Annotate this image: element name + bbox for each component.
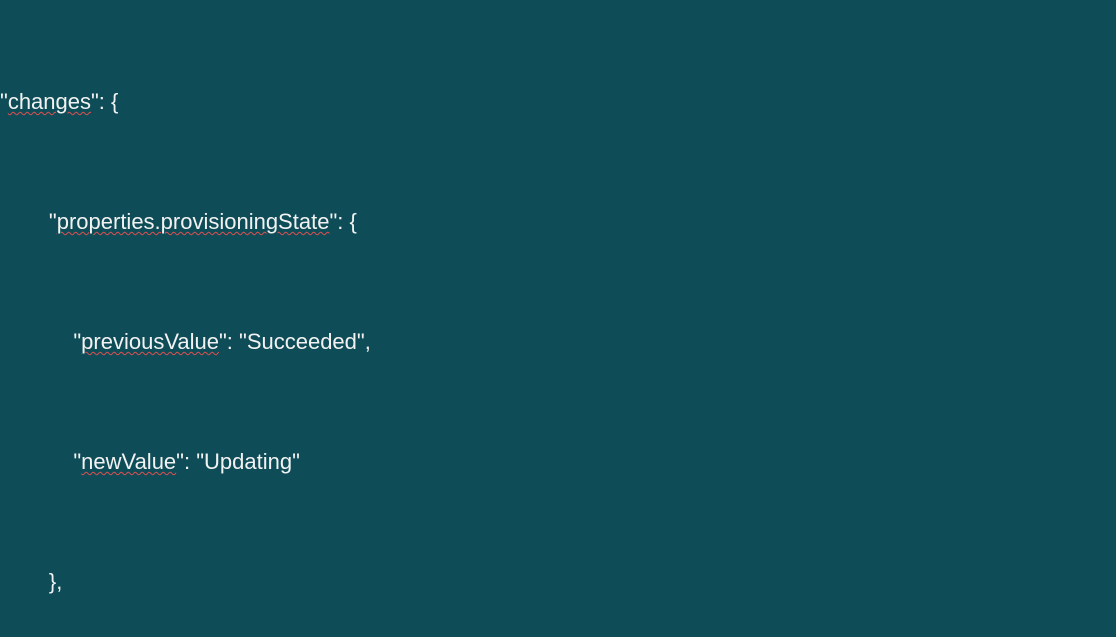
code-text: " bbox=[0, 89, 8, 114]
code-text: ": "Succeeded", bbox=[219, 329, 371, 354]
json-code-block: "changes": { "properties.provisioningSta… bbox=[0, 0, 1116, 637]
spellcheck-word: changes bbox=[8, 89, 91, 114]
code-text: " bbox=[0, 209, 57, 234]
code-line-5: }, bbox=[0, 562, 1116, 602]
spellcheck-word: properties.provisioningState bbox=[57, 209, 330, 234]
code-text: ": "Updating" bbox=[176, 449, 300, 474]
code-line-2: "properties.provisioningState": { bbox=[0, 202, 1116, 242]
code-text: " bbox=[0, 329, 81, 354]
code-line-1: "changes": { bbox=[0, 82, 1116, 122]
code-text: " bbox=[0, 449, 81, 474]
spellcheck-word: previousValue bbox=[81, 329, 219, 354]
code-text: ": { bbox=[329, 209, 356, 234]
code-line-3: "previousValue": "Succeeded", bbox=[0, 322, 1116, 362]
code-text: }, bbox=[0, 569, 62, 594]
spellcheck-word: newValue bbox=[81, 449, 176, 474]
code-line-4: "newValue": "Updating" bbox=[0, 442, 1116, 482]
code-text: ": { bbox=[91, 89, 118, 114]
